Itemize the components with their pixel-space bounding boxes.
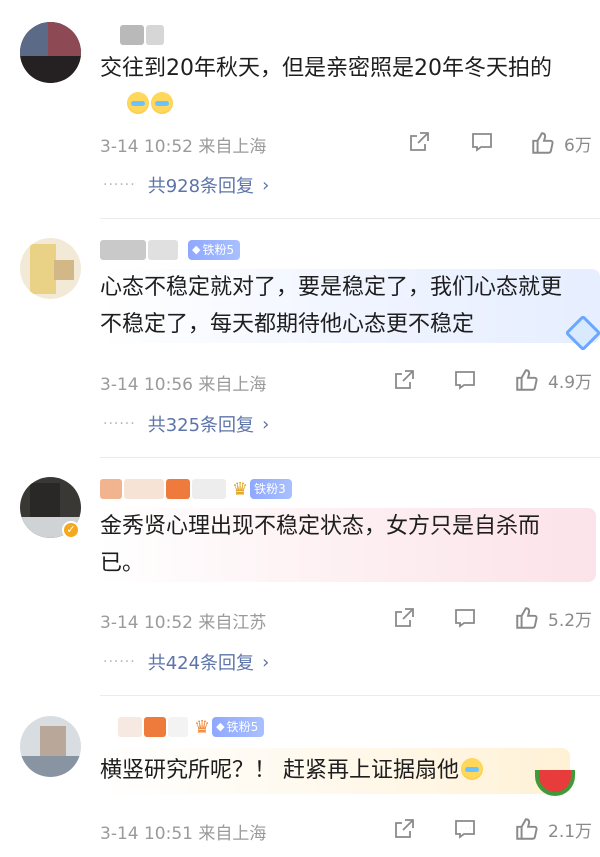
thumbs-up-icon — [532, 132, 554, 154]
comment-button[interactable] — [453, 606, 477, 630]
crying-emoji — [461, 758, 483, 780]
comment-icon — [455, 371, 475, 390]
comment-text: 金秀贤心理出现不稳定状态，女方只是自杀而已。 — [100, 508, 596, 582]
like-button[interactable]: 2.1万 — [514, 816, 592, 842]
share-button[interactable] — [392, 606, 416, 630]
crown-icon: ♛ — [194, 716, 211, 738]
share-icon — [395, 819, 414, 838]
comment-button[interactable] — [453, 817, 477, 841]
share-icon — [395, 608, 414, 627]
time-location: 3-14 10:52 来自上海 — [100, 136, 267, 157]
thumbs-up-icon — [516, 818, 538, 840]
comment-text: 心态不稳定就对了，要是稳定了，我们心态就更不稳定了，每天都期待他心态更不稳定 — [100, 269, 600, 343]
time-location: 3-14 10:56 来自上海 — [100, 374, 267, 395]
comment-button[interactable] — [453, 368, 477, 392]
like-button[interactable]: 5.2万 — [514, 605, 592, 631]
comment-text: 交往到20年秋天，但是亲密照是20年冬天拍的 — [100, 56, 552, 81]
like-count: 6万 — [564, 135, 592, 156]
verified-badge-icon: ✓ — [62, 521, 80, 539]
username[interactable]: ◆ 铁粉5 — [100, 237, 241, 263]
comment-text: 横竖研究所呢？！ 赶紧再上证据扇他 — [100, 748, 570, 794]
view-replies-link[interactable]: ······ 共325条回复 › — [103, 410, 269, 438]
reply-count: 共424条回复 — [147, 653, 255, 674]
time-location: 3-14 10:51 来自上海 — [100, 823, 267, 844]
username[interactable]: ♛ 铁粉3 — [100, 476, 292, 502]
laugh-cry-emoji — [127, 92, 149, 114]
share-icon — [395, 370, 414, 389]
fan-badge: ◆ 铁粉5 — [188, 240, 241, 260]
chevron-right-icon: › — [262, 651, 270, 673]
view-replies-link[interactable]: ······ 共424条回复 › — [103, 648, 269, 676]
reply-dots: ······ — [103, 177, 136, 193]
thumbs-up-icon — [516, 369, 538, 391]
view-replies-link[interactable]: ······ 共928条回复 › — [103, 171, 269, 199]
avatar[interactable] — [20, 238, 81, 299]
crown-icon: ♛ — [232, 478, 249, 500]
username[interactable] — [100, 22, 164, 48]
share-icon — [410, 132, 429, 151]
share-button[interactable] — [407, 130, 431, 154]
like-count: 4.9万 — [548, 372, 593, 393]
chevron-right-icon: › — [262, 413, 270, 435]
reply-count: 共325条回复 — [147, 415, 255, 436]
username[interactable]: ♛ ◆ 铁粉5 — [100, 714, 265, 740]
divider — [100, 218, 600, 219]
like-button[interactable]: 6万 — [530, 130, 592, 156]
share-button[interactable] — [392, 817, 416, 841]
time-location: 3-14 10:52 来自江苏 — [100, 612, 267, 633]
chevron-right-icon: › — [262, 174, 270, 196]
laugh-cry-emoji — [151, 92, 173, 114]
diamond-icon: ◆ — [216, 720, 225, 733]
comment-button[interactable] — [470, 130, 494, 154]
diamond-icon: ◆ — [192, 243, 201, 256]
fan-badge: 铁粉3 — [250, 479, 292, 499]
reply-count: 共928条回复 — [147, 176, 255, 197]
avatar[interactable] — [20, 22, 81, 83]
thumbs-up-icon — [516, 607, 538, 629]
reply-dots: ······ — [103, 416, 136, 432]
fan-badge: ◆ 铁粉5 — [212, 717, 265, 737]
avatar[interactable] — [20, 716, 81, 777]
comment-meta: 3-14 10:52 来自上海 — [100, 130, 590, 158]
like-button[interactable]: 4.9万 — [514, 367, 592, 393]
divider — [100, 457, 600, 458]
comment-icon — [472, 133, 492, 152]
comment-icon — [455, 820, 475, 839]
like-count: 5.2万 — [548, 610, 593, 631]
comment-icon — [455, 609, 475, 628]
divider — [100, 695, 600, 696]
share-button[interactable] — [392, 368, 416, 392]
reply-dots: ······ — [103, 654, 136, 670]
like-count: 2.1万 — [548, 821, 593, 842]
